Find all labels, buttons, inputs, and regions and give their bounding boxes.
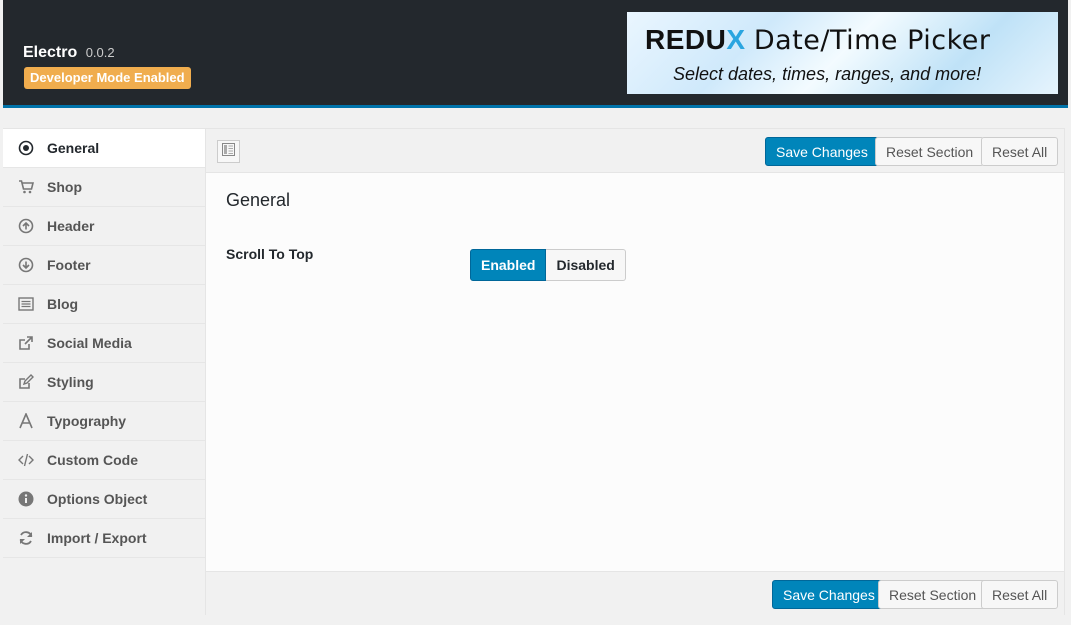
disabled-option[interactable]: Disabled	[546, 249, 626, 281]
radio-icon	[17, 139, 35, 157]
sidebar-item-styling[interactable]: Styling	[3, 363, 205, 402]
admin-header: Electro 0.0.2 Developer Mode Enabled RED…	[3, 0, 1068, 108]
reset-all-button[interactable]: Reset All	[981, 137, 1059, 166]
banner-subtitle: Select dates, times, ranges, and more!	[673, 64, 982, 84]
expand-icon	[222, 142, 235, 161]
sidebar-item-label: Blog	[47, 296, 79, 312]
arrow-down-circle-icon	[17, 256, 35, 274]
info-icon	[17, 490, 35, 508]
sidebar-item-label: Footer	[47, 257, 91, 273]
section-title: General	[226, 190, 291, 210]
save-button[interactable]: Save Changes	[765, 137, 879, 166]
banner-title: REDUX Date/Time Picker	[645, 24, 991, 56]
top-toolbar: Save Changes Reset Section Reset All	[206, 129, 1064, 173]
sidebar-item-general[interactable]: General	[3, 129, 205, 168]
enabled-option[interactable]: Enabled	[470, 249, 547, 281]
font-icon	[17, 412, 35, 430]
sidebar-item-label: Import / Export	[47, 530, 147, 546]
save-button-bottom[interactable]: Save Changes	[772, 580, 886, 609]
sidebar-item-label: Social Media	[47, 335, 132, 351]
sidebar-item-label: Typography	[47, 413, 127, 429]
code-icon	[17, 451, 35, 469]
sidebar-item-social-media[interactable]: Social Media	[3, 324, 205, 363]
app-title: Electro 0.0.2	[23, 44, 115, 62]
sidebar-item-label: Header	[47, 218, 95, 234]
promo-banner[interactable]: REDUX Date/Time Picker Select dates, tim…	[627, 12, 1058, 94]
options-panel: Save Changes Reset Section Reset All Gen…	[205, 128, 1065, 615]
sidebar-item-typography[interactable]: Typography	[3, 402, 205, 441]
reset-section-button[interactable]: Reset Section	[875, 137, 985, 166]
expand-options-button[interactable]	[217, 140, 240, 163]
sidebar-item-options-object[interactable]: Options Object	[3, 480, 205, 519]
refresh-icon	[17, 529, 35, 547]
scroll-to-top-toggle: Enabled Disabled	[470, 249, 626, 281]
sidebar-nav: General Shop Header Footer Blog Social M…	[3, 128, 205, 615]
sidebar-item-import-export[interactable]: Import / Export	[3, 519, 205, 558]
dev-mode-badge: Developer Mode Enabled	[24, 67, 191, 89]
sidebar-item-label: Custom Code	[47, 452, 138, 468]
sidebar-item-label: Styling	[47, 374, 94, 390]
banner-brand-x: X	[726, 24, 746, 55]
edit-icon	[17, 373, 35, 391]
bottom-toolbar: Save Changes Reset Section Reset All	[206, 571, 1064, 615]
sidebar-item-footer[interactable]: Footer	[3, 246, 205, 285]
share-icon	[17, 334, 35, 352]
list-icon	[17, 295, 35, 313]
app-name: Electro	[23, 44, 78, 61]
banner-brand: REDU	[645, 24, 727, 55]
cart-icon	[17, 178, 35, 196]
sidebar-item-label: General	[47, 140, 100, 156]
app-version: 0.0.2	[85, 45, 115, 60]
sidebar-item-label: Shop	[47, 179, 82, 195]
sidebar-item-custom-code[interactable]: Custom Code	[3, 441, 205, 480]
sidebar-item-blog[interactable]: Blog	[3, 285, 205, 324]
sidebar-item-shop[interactable]: Shop	[3, 168, 205, 207]
sidebar-item-label: Options Object	[47, 491, 148, 507]
sidebar-item-header[interactable]: Header	[3, 207, 205, 246]
banner-product: Date/Time Picker	[753, 25, 991, 56]
arrow-up-circle-icon	[17, 217, 35, 235]
scroll-to-top-label: Scroll To Top	[226, 246, 314, 262]
reset-all-button-bottom[interactable]: Reset All	[981, 580, 1059, 609]
reset-section-button-bottom[interactable]: Reset Section	[878, 580, 988, 609]
